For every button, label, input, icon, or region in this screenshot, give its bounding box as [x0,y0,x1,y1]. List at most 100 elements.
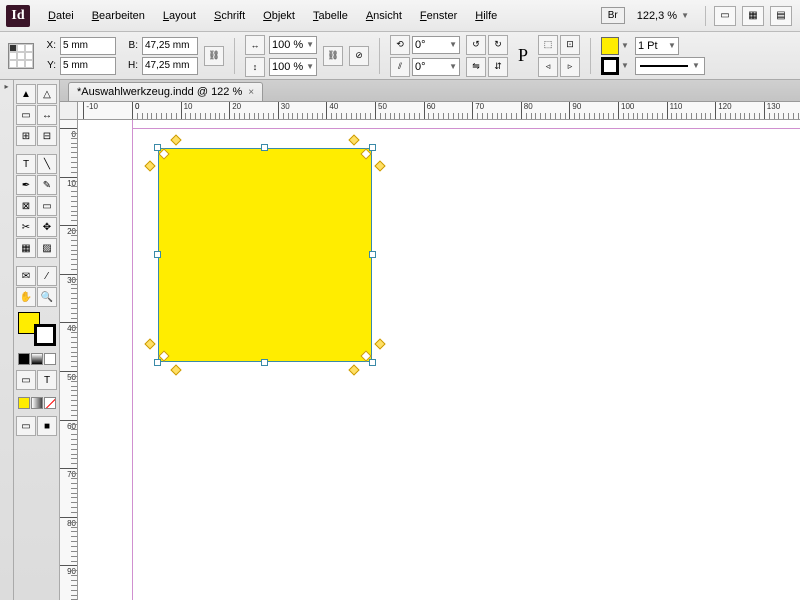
rotation-icon: ⟲ [390,35,410,55]
gradient-swatch-tool[interactable]: ▦ [16,238,36,258]
scissors-tool[interactable]: ✂ [16,217,36,237]
gradient-feather-tool[interactable]: ▨ [37,238,57,258]
handle-top-mid[interactable] [261,144,268,151]
handle-top-right[interactable] [369,144,376,151]
constrain-scale-icon[interactable]: ⛓ [323,46,343,66]
select-container-icon[interactable]: ⬚ [538,35,558,55]
scale-x-input[interactable]: 100 %▼ [269,36,317,54]
arrange-button[interactable]: ▦ [742,6,764,26]
menu-objekt[interactable]: Objekt [255,6,303,26]
selection-tool[interactable]: ▲ [16,84,36,104]
rotate-cw-icon[interactable]: ↻ [488,35,508,55]
gap-tool[interactable]: ↔ [37,105,57,125]
stroke-weight-input[interactable]: 1 Pt▼ [635,37,679,55]
select-prev-icon[interactable]: ◃ [538,57,558,77]
vertical-ruler[interactable]: 0102030405060708090 [60,120,78,600]
corner-control-tl-h[interactable] [170,134,181,145]
selected-rectangle-frame[interactable] [158,148,372,362]
view-mode-normal[interactable]: ▭ [16,416,36,436]
handle-mid-right[interactable] [369,251,376,258]
pencil-tool[interactable]: ✎ [37,175,57,195]
reference-point-grid[interactable] [8,43,34,69]
handle-bottom-mid[interactable] [261,359,268,366]
menu-datei[interactable]: Datei [40,6,82,26]
y-input[interactable]: 5 mm [60,57,116,75]
direct-selection-tool[interactable]: △ [37,84,57,104]
corner-control-tr-h[interactable] [348,134,359,145]
shear-input[interactable]: 0°▼ [412,58,460,76]
color-mode-yellow[interactable] [18,397,30,409]
stroke-style-select[interactable]: ▼ [635,57,705,75]
line-tool[interactable]: ╲ [37,154,57,174]
expand-dock-icon[interactable]: ▸ [4,82,8,91]
close-tab-icon[interactable]: × [248,87,254,98]
corner-control-tl-v[interactable] [144,160,155,171]
apply-gradient-icon[interactable] [31,353,43,365]
page-tool[interactable]: ▭ [16,105,36,125]
menu-schrift[interactable]: Schrift [206,6,253,26]
hand-tool[interactable]: ✋ [16,287,36,307]
horizontal-ruler[interactable]: 0102030405060708090100110120130140-100 [78,102,800,120]
fill-dropdown-icon[interactable]: ▼ [621,41,629,50]
zoom-tool[interactable]: 🔍 [37,287,57,307]
handle-mid-left[interactable] [154,251,161,258]
rectangle-tool[interactable]: ▭ [37,196,57,216]
x-input[interactable]: 5 mm [60,37,116,55]
flip-h-icon[interactable]: ⇋ [466,57,486,77]
rectangle-frame-tool[interactable]: ⊠ [16,196,36,216]
stroke-square[interactable] [34,324,56,346]
apply-none-icon[interactable] [44,353,56,365]
formatting-container-icon[interactable]: ▭ [16,370,36,390]
menu-layout[interactable]: Layout [155,6,204,26]
rotate-ccw-icon[interactable]: ↺ [466,35,486,55]
content-collector-tool[interactable]: ⊞ [16,126,36,146]
menu-tabelle[interactable]: Tabelle [305,6,356,26]
note-tool[interactable]: ✉ [16,266,36,286]
corner-control-bl-v[interactable] [144,338,155,349]
menu-hilfe[interactable]: Hilfe [467,6,505,26]
bridge-button[interactable]: Br [601,7,625,24]
formatting-text-icon[interactable]: T [37,370,57,390]
menu-bearbeiten[interactable]: Bearbeiten [84,6,153,26]
rotation-input[interactable]: 0°▼ [412,36,460,54]
canvas[interactable] [78,120,800,600]
select-content-icon[interactable]: ⊡ [560,35,580,55]
flip-v-icon[interactable]: ⇵ [488,57,508,77]
pen-tool[interactable]: ✒ [16,175,36,195]
dock-strip[interactable]: ▸ [0,80,14,600]
stroke-dropdown-icon[interactable]: ▼ [621,61,629,70]
zoom-level[interactable]: 122,3 %▼ [631,8,695,24]
select-next-icon[interactable]: ▹ [560,57,580,77]
color-mode-gradient[interactable] [31,397,43,409]
clear-transform-icon[interactable]: ⊘ [349,46,369,66]
handle-top-left[interactable] [154,144,161,151]
type-tool[interactable]: T [16,154,36,174]
ruler-origin[interactable] [60,102,78,120]
width-input[interactable]: 47,25 mm [142,37,198,55]
eyedropper-tool[interactable]: ⁄ [37,266,57,286]
workspace-button[interactable]: ▤ [770,6,792,26]
menu-fenster[interactable]: Fenster [412,6,465,26]
document-tab[interactable]: *Auswahlwerkzeug.indd @ 122 % × [68,82,263,101]
height-input[interactable]: 47,25 mm [142,57,198,75]
corner-control-bl-h[interactable] [170,364,181,375]
free-transform-tool[interactable]: ✥ [37,217,57,237]
fill-stroke-control[interactable] [18,312,56,346]
app-icon: Id [6,5,30,27]
constrain-wh-icon[interactable]: ⛓ [204,46,224,66]
corner-control-br-h[interactable] [348,364,359,375]
corner-control-tr-v[interactable] [374,160,385,171]
stroke-color-swatch[interactable] [601,57,619,75]
content-placer-tool[interactable]: ⊟ [37,126,57,146]
menu-ansicht[interactable]: Ansicht [358,6,410,26]
view-mode-preview[interactable]: ■ [37,416,57,436]
fill-color-swatch[interactable] [601,37,619,55]
corner-control-br-v[interactable] [374,338,385,349]
handle-bottom-left[interactable] [154,359,161,366]
screen-mode-button[interactable]: ▭ [714,6,736,26]
scale-y-input[interactable]: 100 %▼ [269,58,317,76]
apply-color-icon[interactable] [18,353,30,365]
color-mode-none[interactable] [44,397,56,409]
document-tab-bar: *Auswahlwerkzeug.indd @ 122 % × [60,80,800,102]
handle-bottom-right[interactable] [369,359,376,366]
